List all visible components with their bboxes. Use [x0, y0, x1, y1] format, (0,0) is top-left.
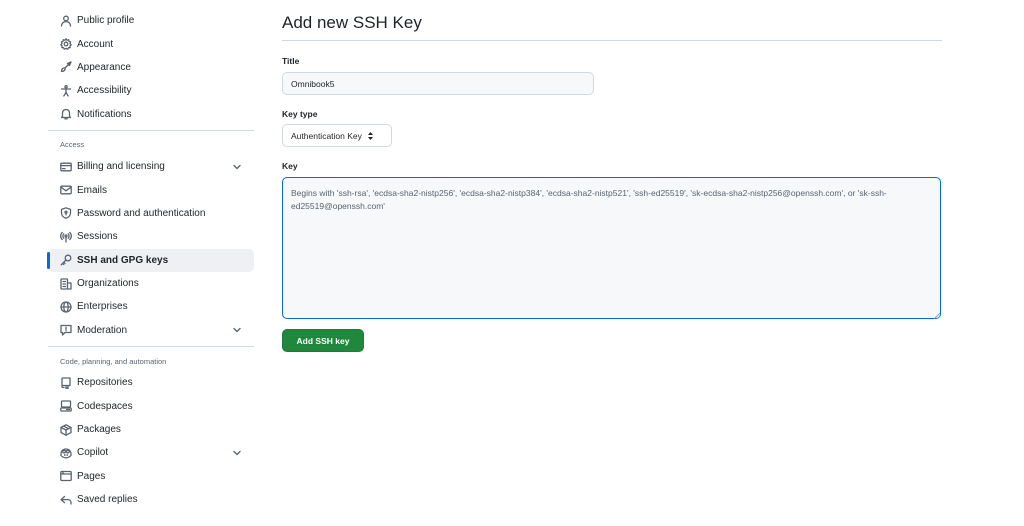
browser-icon: [60, 470, 72, 482]
select-caret-icon: [367, 131, 374, 141]
chevron-down-icon[interactable]: [232, 162, 242, 172]
broadcast-icon: [60, 231, 72, 243]
chevron-down-icon[interactable]: [232, 325, 242, 335]
key-type-label: Key type: [282, 109, 318, 119]
sidebar-item-repositories[interactable]: Repositories: [48, 371, 254, 394]
accessibility-icon: [60, 84, 72, 97]
sidebar-item-label: Saved replies: [77, 494, 138, 506]
add-ssh-key-button[interactable]: Add SSH key: [282, 329, 364, 352]
report-icon: [60, 324, 72, 337]
sidebar-item-label: Copilot: [77, 447, 109, 459]
sidebar-item-password-authentication[interactable]: Password and authentication: [48, 202, 254, 225]
resize-handle-icon[interactable]: [933, 311, 941, 320]
sidebar-item-emails[interactable]: Emails: [48, 178, 254, 201]
shield-lock-icon: [60, 207, 72, 220]
title-divider: [282, 40, 942, 41]
sidebar-item-billing[interactable]: Billing and licensing: [48, 155, 254, 178]
sidebar-divider: [48, 346, 254, 348]
sidebar-item-ssh-gpg-keys[interactable]: SSH and GPG keys: [47, 248, 254, 272]
gear-icon: [60, 38, 72, 50]
sidebar-item-accessibility[interactable]: Accessibility: [48, 79, 254, 102]
sidebar-item-appearance[interactable]: Appearance: [48, 56, 254, 79]
sidebar-item-label: Pages: [77, 470, 106, 482]
bell-icon: [60, 108, 72, 120]
sidebar-item-label: Repositories: [77, 377, 133, 389]
sidebar-item-sessions[interactable]: Sessions: [48, 225, 254, 248]
organization-icon: [60, 277, 72, 290]
page-title: Add new SSH Key: [282, 13, 422, 32]
key-type-value: Authentication Key: [291, 130, 362, 141]
sidebar-item-label: Billing and licensing: [77, 161, 165, 173]
sidebar-item-moderation[interactable]: Moderation: [48, 319, 254, 342]
sidebar-item-pages[interactable]: Pages: [48, 465, 254, 488]
repo-icon: [60, 377, 72, 389]
sidebar-item-label: Notifications: [77, 108, 132, 120]
settings-sidebar: Public profile Account Appearance Access…: [47, 9, 254, 511]
codespaces-icon: [60, 400, 72, 412]
sidebar-item-label: Codespaces: [77, 400, 133, 412]
title-input[interactable]: [282, 72, 594, 95]
sidebar-item-codespaces[interactable]: Codespaces: [48, 394, 254, 417]
sidebar-item-public-profile[interactable]: Public profile: [48, 9, 254, 32]
package-icon: [60, 423, 72, 436]
sidebar-heading-access: Access: [60, 140, 85, 150]
sidebar-item-label: Accessibility: [77, 85, 132, 97]
sidebar-item-notifications[interactable]: Notifications: [48, 103, 254, 126]
key-label: Key: [282, 161, 298, 171]
key-type-select[interactable]: Authentication Key: [282, 124, 392, 147]
sidebar-item-saved-replies[interactable]: Saved replies: [48, 488, 254, 511]
chevron-down-icon[interactable]: [232, 448, 242, 458]
sidebar-item-label: Account: [77, 38, 114, 50]
sidebar-item-label: Enterprises: [77, 301, 128, 313]
credit-card-icon: [60, 161, 72, 173]
title-label: Title: [282, 56, 300, 66]
sidebar-heading-code: Code, planning, and automation: [60, 356, 167, 366]
sidebar-item-account[interactable]: Account: [48, 32, 254, 55]
sidebar-item-label: Appearance: [77, 61, 131, 73]
sidebar-item-copilot[interactable]: Copilot: [48, 441, 254, 464]
copilot-icon: [60, 447, 72, 459]
sidebar-item-label: Public profile: [77, 15, 135, 27]
sidebar-item-enterprises[interactable]: Enterprises: [48, 295, 254, 318]
paintbrush-icon: [60, 61, 72, 73]
sidebar-divider: [48, 129, 254, 131]
sidebar-item-label: Organizations: [77, 278, 139, 290]
sidebar-item-label: Sessions: [77, 231, 118, 243]
sidebar-item-label: Packages: [77, 424, 121, 436]
sidebar-item-packages[interactable]: Packages: [48, 418, 254, 441]
person-icon: [60, 15, 72, 27]
sidebar-item-label: Moderation: [77, 324, 128, 336]
sidebar-item-label: SSH and GPG keys: [77, 254, 169, 266]
sidebar-item-organizations[interactable]: Organizations: [48, 272, 254, 295]
globe-icon: [60, 301, 72, 313]
sidebar-item-label: Emails: [77, 184, 108, 196]
reply-icon: [60, 494, 72, 506]
mail-icon: [60, 184, 72, 196]
key-icon: [60, 254, 72, 266]
sidebar-item-label: Password and authentication: [77, 207, 206, 219]
key-textarea[interactable]: [282, 177, 941, 319]
